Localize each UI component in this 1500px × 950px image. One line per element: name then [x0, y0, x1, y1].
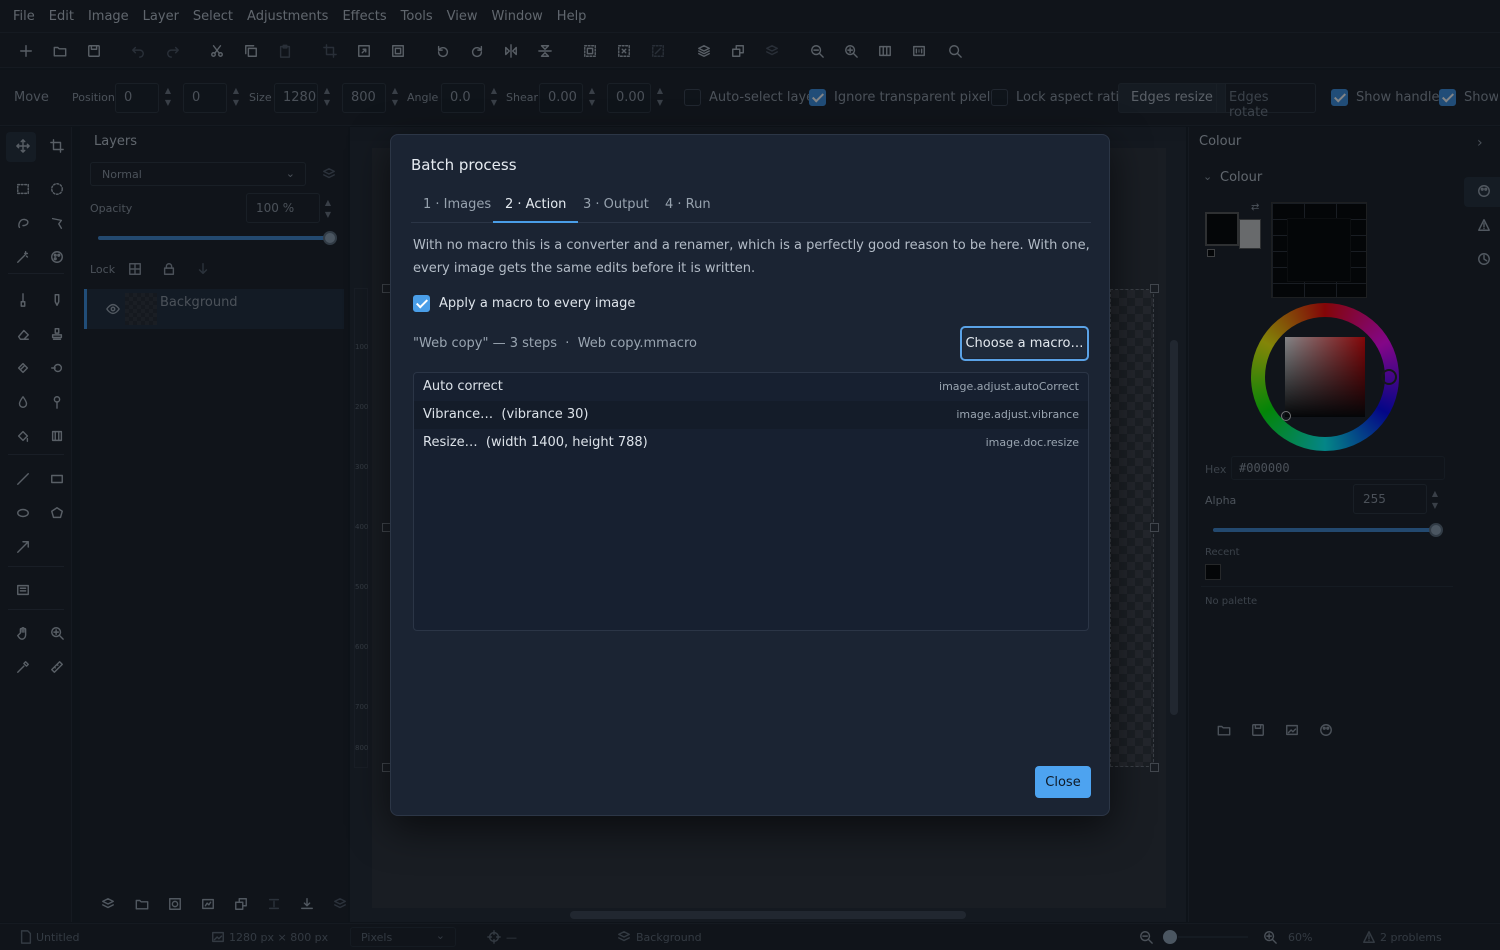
batch-process-dialog: Batch process 1 · Images 2 · Action 3 · …: [390, 134, 1110, 816]
macro-info: "Web copy" — 3 steps · Web copy.mmacro: [413, 336, 697, 351]
step-name: Resize… (width 1400, height 788): [423, 435, 648, 450]
dialog-tabs: 1 · Images 2 · Action 3 · Output 4 · Run: [411, 193, 1091, 223]
tab-images[interactable]: 1 · Images: [411, 197, 503, 223]
action-description: With no macro this is a converter and a …: [413, 238, 1090, 276]
tab-action[interactable]: 2 · Action: [493, 197, 579, 223]
close-button[interactable]: Close: [1035, 766, 1091, 798]
list-item[interactable]: Resize… (width 1400, height 788) image.d…: [414, 429, 1088, 457]
dialog-title: Batch process: [411, 156, 517, 174]
apply-macro-checkbox[interactable]: [413, 295, 430, 312]
step-command: image.adjust.vibrance: [956, 408, 1079, 421]
apply-macro-label[interactable]: Apply a macro to every image: [439, 296, 635, 311]
macro-steps-list: Auto correct image.adjust.autoCorrect Vi…: [413, 372, 1089, 631]
list-item[interactable]: Vibrance… (vibrance 30) image.adjust.vib…: [414, 401, 1088, 429]
tab-run[interactable]: 4 · Run: [653, 197, 723, 223]
list-item[interactable]: Auto correct image.adjust.autoCorrect: [414, 373, 1088, 401]
step-name: Vibrance… (vibrance 30): [423, 407, 589, 422]
step-name: Auto correct: [423, 379, 503, 394]
step-command: image.adjust.autoCorrect: [939, 380, 1079, 393]
step-command: image.doc.resize: [985, 436, 1079, 449]
tab-output[interactable]: 3 · Output: [571, 197, 661, 223]
choose-macro-button[interactable]: Choose a macro…: [960, 326, 1089, 361]
